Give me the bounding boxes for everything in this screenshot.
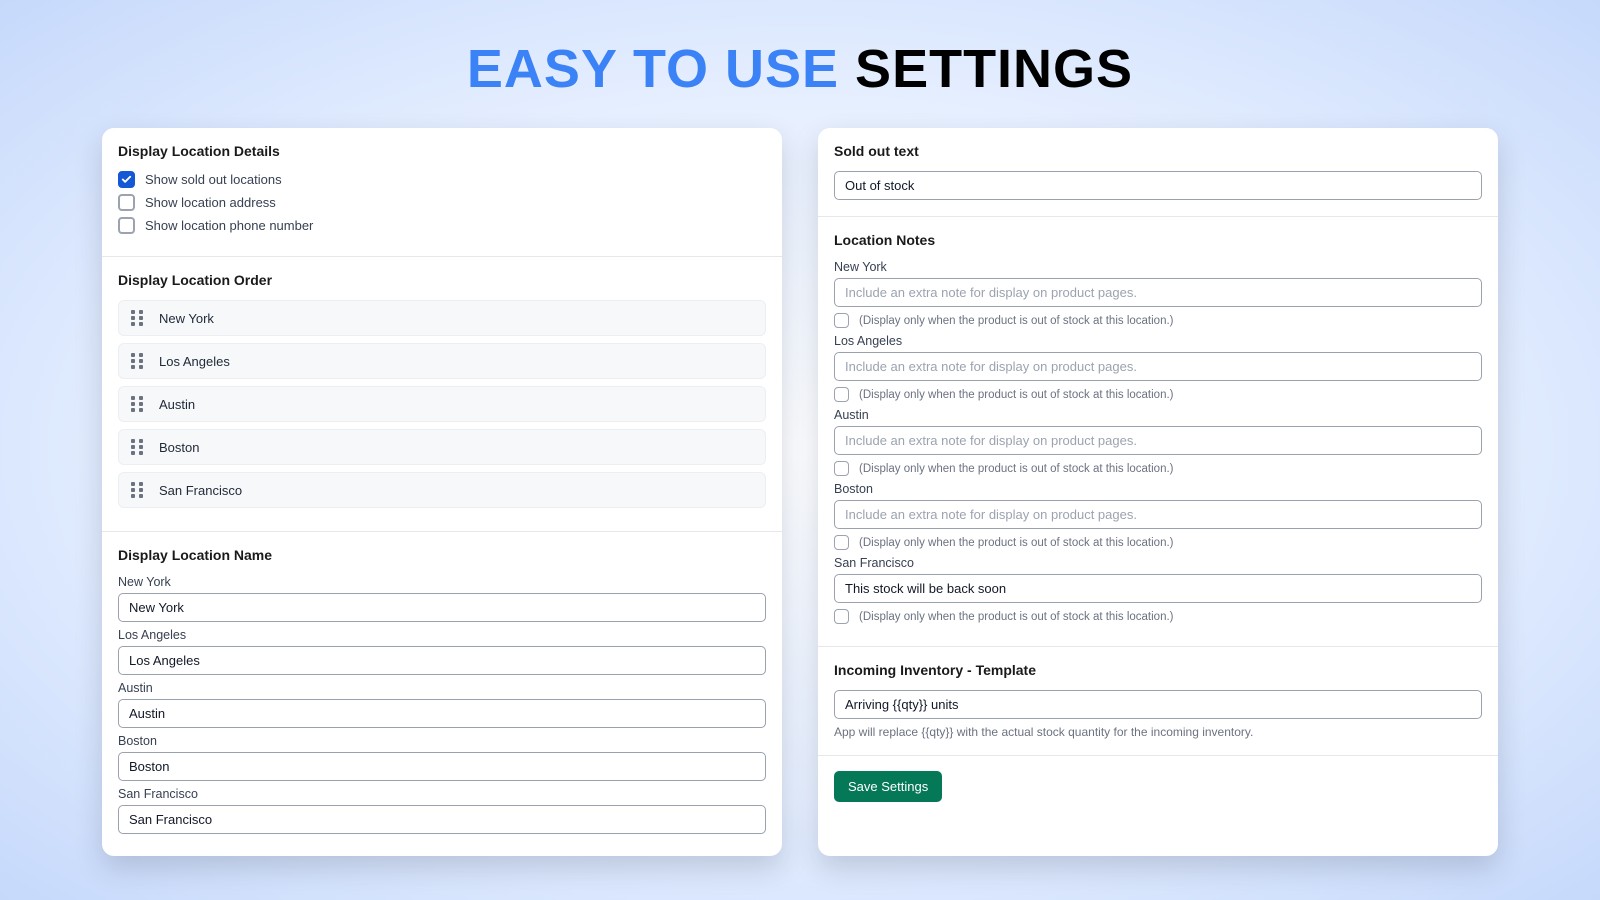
name-field: New York <box>118 575 766 622</box>
note-condition-label: (Display only when the product is out of… <box>859 611 1174 623</box>
note-condition-checkbox[interactable]: (Display only when the product is out of… <box>834 609 1482 624</box>
incoming-input[interactable] <box>834 690 1482 719</box>
note-field: New York (Display only when the product … <box>834 260 1482 328</box>
chk-show-address[interactable]: Show location address <box>118 194 766 211</box>
note-condition-checkbox[interactable]: (Display only when the product is out of… <box>834 535 1482 550</box>
drag-handle-icon[interactable] <box>131 310 145 326</box>
note-input[interactable] <box>834 574 1482 603</box>
note-condition-checkbox[interactable]: (Display only when the product is out of… <box>834 387 1482 402</box>
checkbox-icon <box>834 535 849 550</box>
checkbox-icon <box>834 313 849 328</box>
order-item-label: Austin <box>159 397 195 412</box>
order-item-label: Los Angeles <box>159 354 230 369</box>
name-field: San Francisco <box>118 787 766 834</box>
section-incoming-inventory: Incoming Inventory - Template App will r… <box>818 647 1498 756</box>
note-condition-checkbox[interactable]: (Display only when the product is out of… <box>834 461 1482 476</box>
name-label: San Francisco <box>118 787 766 801</box>
note-input[interactable] <box>834 426 1482 455</box>
order-title: Display Location Order <box>118 272 766 288</box>
note-field: Los Angeles (Display only when the produ… <box>834 334 1482 402</box>
section-location-notes: Location Notes New York (Display only wh… <box>818 217 1498 647</box>
checkbox-icon <box>118 194 135 211</box>
name-label: Austin <box>118 681 766 695</box>
note-field: Austin (Display only when the product is… <box>834 408 1482 476</box>
hero-part2: SETTINGS <box>855 39 1133 99</box>
hero-part1: EASY TO USE <box>467 39 839 99</box>
incoming-title: Incoming Inventory - Template <box>834 662 1482 678</box>
name-field: Los Angeles <box>118 628 766 675</box>
note-label: Los Angeles <box>834 334 1482 348</box>
note-input[interactable] <box>834 500 1482 529</box>
hero-title: EASY TO USE SETTINGS <box>0 0 1600 100</box>
name-input[interactable] <box>118 593 766 622</box>
name-input[interactable] <box>118 805 766 834</box>
note-field: Boston (Display only when the product is… <box>834 482 1482 550</box>
chk-label: Show location address <box>145 195 276 211</box>
order-item-label: Boston <box>159 440 199 455</box>
name-label: Los Angeles <box>118 628 766 642</box>
drag-handle-icon[interactable] <box>131 396 145 412</box>
order-item[interactable]: New York <box>118 300 766 336</box>
sold-out-input[interactable] <box>834 171 1482 200</box>
right-card: Sold out text Location Notes New York (D… <box>818 128 1498 856</box>
order-item[interactable]: Austin <box>118 386 766 422</box>
note-input[interactable] <box>834 352 1482 381</box>
drag-handle-icon[interactable] <box>131 482 145 498</box>
note-input[interactable] <box>834 278 1482 307</box>
note-label: Austin <box>834 408 1482 422</box>
drag-handle-icon[interactable] <box>131 353 145 369</box>
note-condition-label: (Display only when the product is out of… <box>859 463 1174 475</box>
note-label: San Francisco <box>834 556 1482 570</box>
chk-show-sold-out[interactable]: Show sold out locations <box>118 171 766 188</box>
note-label: New York <box>834 260 1482 274</box>
order-list: New York Los Angeles Austin Boston San F… <box>118 300 766 508</box>
section-display-order: Display Location Order New York Los Ange… <box>102 257 782 532</box>
name-label: New York <box>118 575 766 589</box>
notes-title: Location Notes <box>834 232 1482 248</box>
chk-label: Show location phone number <box>145 218 313 234</box>
order-item-label: San Francisco <box>159 483 242 498</box>
order-item[interactable]: San Francisco <box>118 472 766 508</box>
name-input[interactable] <box>118 699 766 728</box>
checkbox-icon <box>834 461 849 476</box>
note-field: San Francisco (Display only when the pro… <box>834 556 1482 624</box>
chk-label: Show sold out locations <box>145 172 282 188</box>
checkbox-icon <box>834 609 849 624</box>
note-condition-label: (Display only when the product is out of… <box>859 537 1174 549</box>
section-save: Save Settings <box>818 756 1498 818</box>
checkbox-icon <box>118 217 135 234</box>
name-label: Boston <box>118 734 766 748</box>
section-display-name: Display Location Name New York Los Angel… <box>102 532 782 856</box>
checkbox-icon <box>118 171 135 188</box>
name-input[interactable] <box>118 752 766 781</box>
note-condition-checkbox[interactable]: (Display only when the product is out of… <box>834 313 1482 328</box>
incoming-help: App will replace {{qty}} with the actual… <box>834 725 1482 739</box>
chk-show-phone[interactable]: Show location phone number <box>118 217 766 234</box>
note-label: Boston <box>834 482 1482 496</box>
section-display-details: Display Location Details Show sold out l… <box>102 128 782 257</box>
left-card: Display Location Details Show sold out l… <box>102 128 782 856</box>
name-input[interactable] <box>118 646 766 675</box>
order-item[interactable]: Los Angeles <box>118 343 766 379</box>
section-sold-out: Sold out text <box>818 128 1498 217</box>
order-item-label: New York <box>159 311 214 326</box>
checkbox-icon <box>834 387 849 402</box>
sold-out-title: Sold out text <box>834 143 1482 159</box>
details-title: Display Location Details <box>118 143 766 159</box>
names-title: Display Location Name <box>118 547 766 563</box>
drag-handle-icon[interactable] <box>131 439 145 455</box>
save-settings-button[interactable]: Save Settings <box>834 771 942 802</box>
order-item[interactable]: Boston <box>118 429 766 465</box>
note-condition-label: (Display only when the product is out of… <box>859 389 1174 401</box>
note-condition-label: (Display only when the product is out of… <box>859 315 1174 327</box>
name-field: Austin <box>118 681 766 728</box>
name-field: Boston <box>118 734 766 781</box>
